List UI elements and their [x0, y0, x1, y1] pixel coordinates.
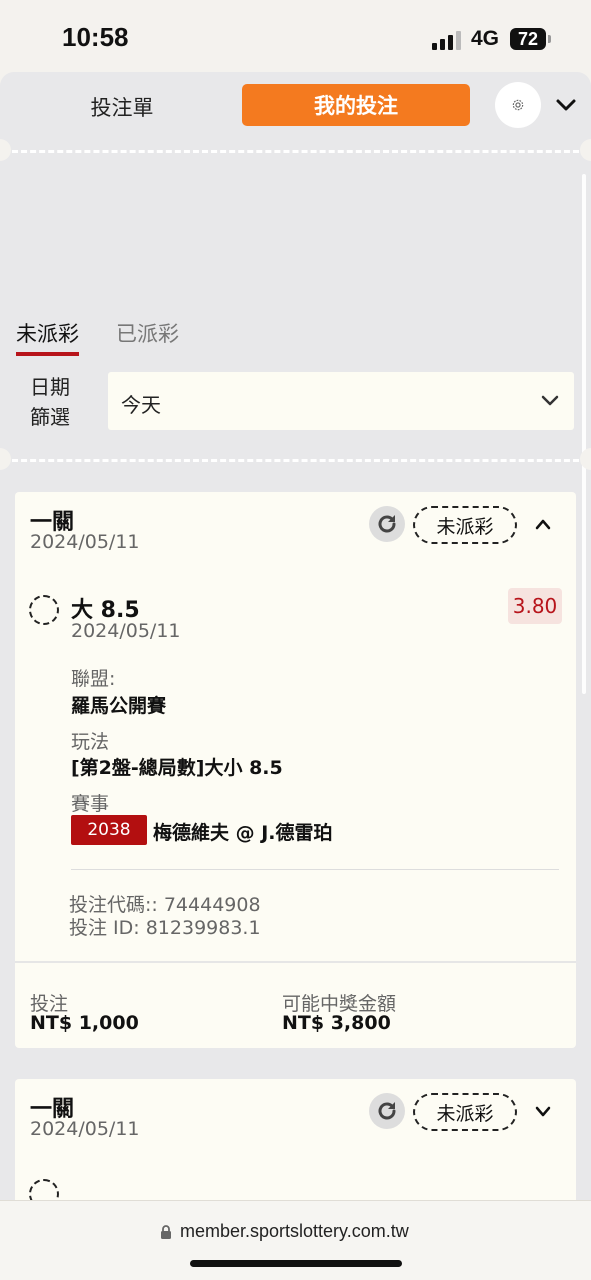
refresh-button[interactable] [369, 506, 405, 542]
market-value: [第2盤-總局數]大小 8.5 [71, 757, 283, 779]
status-bar: 10:58 4G 72 [0, 0, 591, 72]
signal-icon [432, 30, 462, 50]
status-badge: 未派彩 [413, 1093, 517, 1131]
tab-my-bets[interactable]: 我的投注 [242, 84, 470, 126]
refresh-icon [378, 515, 396, 533]
bet-id: 投注 ID: 81239983.1 [69, 917, 261, 939]
notch [0, 139, 11, 161]
active-tab-indicator [16, 352, 79, 356]
status-time: 10:58 [62, 22, 129, 52]
dashed-divider [12, 150, 579, 153]
status-badge: 未派彩 [413, 506, 517, 544]
payout-value: NT$ 3,800 [282, 1012, 391, 1034]
settings-button[interactable] [495, 82, 541, 128]
bet-date: 2024/05/11 [30, 1118, 140, 1140]
market-label: 玩法 [71, 731, 110, 753]
stake-value: NT$ 1,000 [30, 1012, 139, 1034]
lock-icon [161, 1225, 171, 1239]
chevron-down-icon[interactable] [534, 1103, 552, 1119]
event-name: 梅德維夫 @ J.德雷珀 [153, 822, 333, 844]
divider [71, 869, 559, 870]
date-filter-value: 今天 [121, 393, 161, 417]
chevron-up-icon[interactable] [534, 516, 552, 532]
scrollbar[interactable] [582, 174, 586, 694]
gear-icon [512, 99, 524, 111]
betslip-panel: 投注單 我的投注 未派彩 已派彩 日期篩選 今天 一關 2024/05/11 未… [0, 72, 591, 1200]
dashed-divider [12, 459, 579, 462]
selection-date: 2024/05/11 [71, 620, 181, 642]
notch [580, 139, 591, 161]
home-indicator[interactable] [190, 1260, 402, 1267]
bet-date: 2024/05/11 [30, 531, 140, 553]
refresh-icon [378, 1102, 396, 1120]
notch [0, 448, 11, 470]
chevron-down-icon [541, 395, 559, 406]
event-label: 賽事 [71, 793, 110, 815]
date-filter-select[interactable]: 今天 [108, 372, 574, 430]
tab-betslip[interactable]: 投注單 [70, 92, 174, 122]
browser-address-bar[interactable]: member.sportslottery.com.tw [0, 1200, 591, 1280]
network-label: 4G [471, 27, 500, 50]
date-filter-label: 日期篩選 [30, 375, 70, 429]
url-text: member.sportslottery.com.tw [180, 1221, 409, 1241]
selection-status-icon [29, 1179, 59, 1200]
bet-card: 一關 2024/05/11 未派彩 大 8.5 2024/05/11 3.80 … [15, 492, 576, 1048]
bet-card: 一關 2024/05/11 未派彩 [15, 1079, 576, 1200]
event-code-badge: 2038 [71, 815, 147, 845]
chevron-down-icon[interactable] [553, 93, 579, 117]
refresh-button[interactable] [369, 1093, 405, 1129]
selection-status-icon [29, 595, 59, 625]
odds-badge: 3.80 [508, 588, 562, 624]
tab-unsettled[interactable]: 未派彩 [16, 318, 79, 348]
league-value: 羅馬公開賽 [71, 695, 167, 717]
battery-icon: 72 [510, 28, 551, 50]
league-label: 聯盟: [71, 668, 116, 690]
divider [15, 961, 576, 963]
tab-settled[interactable]: 已派彩 [116, 318, 179, 348]
